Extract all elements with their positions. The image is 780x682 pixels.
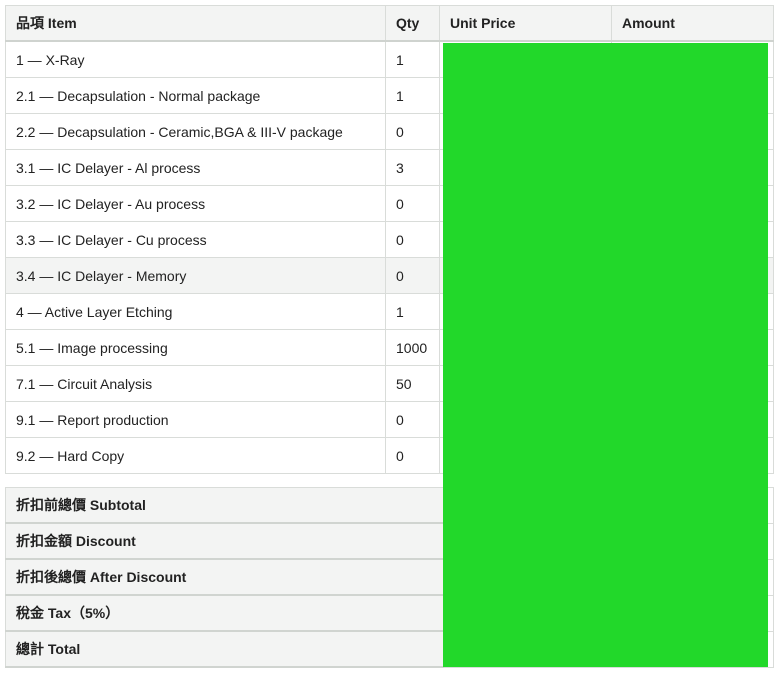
item-cell: 5.1 — Image processing bbox=[5, 329, 386, 366]
qty-cell: 1 bbox=[385, 40, 440, 78]
after-discount-label: 折扣後總價 After Discount bbox=[5, 558, 444, 596]
qty-cell: 1000 bbox=[385, 329, 440, 366]
item-cell: 1 — X-Ray bbox=[5, 40, 386, 78]
redaction-overlay bbox=[443, 43, 768, 667]
qty-cell: 0 bbox=[385, 401, 440, 438]
header-item: 品項 Item bbox=[5, 5, 386, 42]
qty-cell: 0 bbox=[385, 257, 440, 294]
item-cell: 3.1 — IC Delayer - Al process bbox=[5, 149, 386, 186]
qty-cell: 0 bbox=[385, 185, 440, 222]
item-cell: 3.2 — IC Delayer - Au process bbox=[5, 185, 386, 222]
qty-cell: 0 bbox=[385, 221, 440, 258]
table-header-row: 品項 Item Qty Unit Price Amount bbox=[5, 5, 774, 42]
header-qty: Qty bbox=[385, 5, 440, 42]
tax-label: 稅金 Tax（5%） bbox=[5, 594, 444, 632]
qty-cell: 3 bbox=[385, 149, 440, 186]
item-cell: 2.1 — Decapsulation - Normal package bbox=[5, 77, 386, 114]
item-cell: 4 — Active Layer Etching bbox=[5, 293, 386, 330]
item-cell: 3.3 — IC Delayer - Cu process bbox=[5, 221, 386, 258]
total-label: 總計 Total bbox=[5, 630, 444, 668]
subtotal-label: 折扣前總價 Subtotal bbox=[5, 487, 444, 524]
item-cell: 7.1 — Circuit Analysis bbox=[5, 365, 386, 402]
qty-cell: 0 bbox=[385, 113, 440, 150]
discount-label: 折扣金額 Discount bbox=[5, 522, 444, 560]
qty-cell: 1 bbox=[385, 77, 440, 114]
qty-cell: 50 bbox=[385, 365, 440, 402]
header-amount: Amount bbox=[611, 5, 774, 42]
item-cell: 3.4 — IC Delayer - Memory bbox=[5, 257, 386, 294]
item-cell: 2.2 — Decapsulation - Ceramic,BGA & III-… bbox=[5, 113, 386, 150]
header-unit-price: Unit Price bbox=[439, 5, 612, 42]
item-cell: 9.1 — Report production bbox=[5, 401, 386, 438]
qty-cell: 0 bbox=[385, 437, 440, 474]
item-cell: 9.2 — Hard Copy bbox=[5, 437, 386, 474]
qty-cell: 1 bbox=[385, 293, 440, 330]
